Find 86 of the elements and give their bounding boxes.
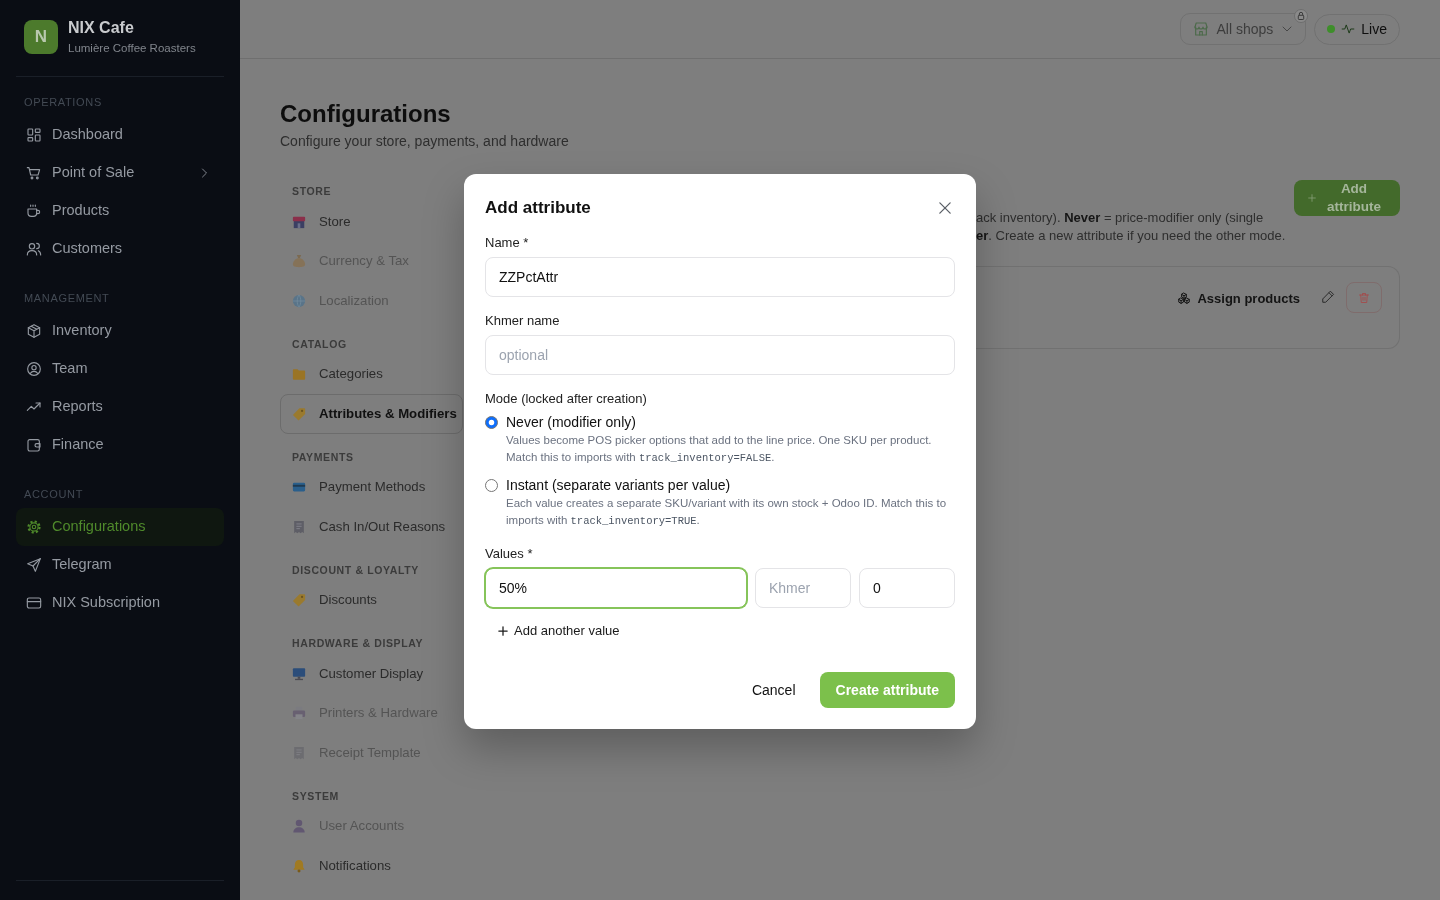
input-field[interactable]: 0: [859, 568, 955, 608]
trash-icon: [1358, 291, 1370, 304]
settings-nav-item[interactable]: Payment Methods: [280, 467, 463, 507]
input-field[interactable]: 50%: [485, 568, 747, 608]
sidebar-item[interactable]: Telegram: [16, 546, 224, 584]
sidebar-item[interactable]: Reports: [16, 388, 224, 426]
input-field[interactable]: Khmer: [755, 568, 851, 608]
settings-nav-item[interactable]: Discounts: [280, 580, 463, 620]
boxes-icon: [1177, 291, 1192, 306]
input-field[interactable]: ZZPctAttr: [485, 257, 955, 297]
sidebar-item[interactable]: Finance: [16, 426, 224, 464]
tag-icon: [292, 406, 306, 421]
add-value-button[interactable]: Add another value: [485, 621, 620, 641]
settings-nav-item[interactable]: Notifications: [280, 846, 463, 886]
grid-icon: [26, 127, 42, 143]
cart-icon: [26, 165, 42, 181]
bell-icon: [292, 858, 306, 873]
modal-title: Add attribute: [485, 197, 591, 219]
field-label: Name *: [485, 234, 530, 252]
add-attribute-button[interactable]: Add attribute: [1294, 180, 1400, 216]
option-label: Never (modifier only): [506, 413, 637, 432]
section-label: CATALOG: [291, 336, 348, 351]
monitor-icon: [292, 666, 306, 681]
user-icon: [292, 819, 306, 834]
settings-nav-item[interactable]: Customer Display: [280, 654, 463, 694]
section-label: MANAGEMENT: [23, 291, 111, 306]
input-field[interactable]: optional: [485, 335, 955, 375]
sidebar-item[interactable]: Configurations: [16, 508, 224, 546]
settings-nav-item[interactable]: Categories: [280, 354, 463, 394]
user-circle-icon: [26, 361, 42, 377]
settings-nav-item[interactable]: Cash In/Out Reasons: [280, 507, 463, 547]
store-icon: [1192, 21, 1209, 37]
section-label: STORE: [291, 184, 333, 198]
money-bag-icon: [292, 254, 306, 269]
store-icon: [292, 214, 306, 229]
box-icon: [26, 323, 42, 339]
section-label: SYSTEM: [291, 788, 340, 803]
users-icon: [26, 241, 42, 257]
plus-icon: [498, 626, 508, 636]
close-icon[interactable]: [939, 202, 951, 214]
sidebar-item[interactable]: NIX Subscription: [16, 584, 224, 622]
cancel-button[interactable]: Cancel: [751, 679, 796, 701]
brand-name: NIX Cafe: [68, 19, 135, 37]
option-label: Instant (separate variants per value): [506, 476, 732, 495]
sidebar-item[interactable]: Inventory: [16, 312, 224, 350]
settings-nav-item[interactable]: Attributes & Modifiers: [280, 394, 463, 434]
folder-icon: [292, 367, 306, 382]
sidebar-item[interactable]: Customers: [16, 230, 224, 268]
field-label: Values *: [485, 545, 534, 563]
lock-icon: [1294, 9, 1309, 23]
pulse-icon: [1341, 22, 1356, 36]
section-label: PAYMENTS: [291, 449, 355, 464]
status-dot-icon: [1327, 25, 1336, 33]
wallet-icon: [26, 437, 42, 453]
radio-button[interactable]: [485, 478, 498, 492]
card-icon: [26, 595, 42, 611]
sidebar-item[interactable]: Point of Sale: [16, 154, 224, 192]
radio-button[interactable]: [485, 415, 498, 429]
description-text: ack inventory). Never = price-modifier only (single: [976, 209, 1265, 227]
gear-icon: [26, 519, 42, 535]
description-text: er. Create a new attribute if you need the other mode.: [976, 227, 1286, 245]
status-label: Live: [1361, 19, 1387, 39]
section-label: ACCOUNT: [23, 487, 84, 502]
brand-logo: N: [24, 20, 58, 54]
globe-icon: [292, 293, 306, 308]
sidebar-item[interactable]: Dashboard: [16, 116, 224, 154]
cup-icon: [26, 203, 42, 219]
sidebar-item[interactable]: Team: [16, 350, 224, 388]
page-subtitle: Configure your store, payments, and hardware: [280, 132, 570, 151]
send-icon: [26, 557, 42, 573]
section-label: DISCOUNT & LOYALTY: [291, 562, 420, 577]
sidebar-item[interactable]: Products: [16, 192, 224, 230]
tag-icon: [292, 593, 306, 608]
assign-products-button[interactable]: Assign products: [1177, 289, 1300, 309]
pencil-icon[interactable]: [1321, 290, 1335, 304]
field-label: Khmer name: [485, 312, 561, 330]
option-description: Values become POS picker options that add to the line price. One SKU per product. Match this to imports with track_inventory=FALSE.: [506, 433, 933, 466]
page-title: Configurations: [280, 99, 452, 129]
plus-icon: [1308, 194, 1316, 202]
brand-subtitle: Lumière Coffee Roasters: [68, 41, 196, 55]
section-label: OPERATIONS: [23, 95, 103, 110]
settings-nav-item[interactable]: Store: [280, 202, 463, 242]
receipt-icon: [292, 519, 306, 534]
option-description: Each value creates a separate SKU/variant with its own stock + Odoo ID. Match this to imports with track_inventory=TRUE.: [506, 496, 948, 529]
section-label: HARDWARE & DISPLAY: [291, 636, 425, 650]
field-label: Mode (locked after creation): [485, 390, 648, 408]
